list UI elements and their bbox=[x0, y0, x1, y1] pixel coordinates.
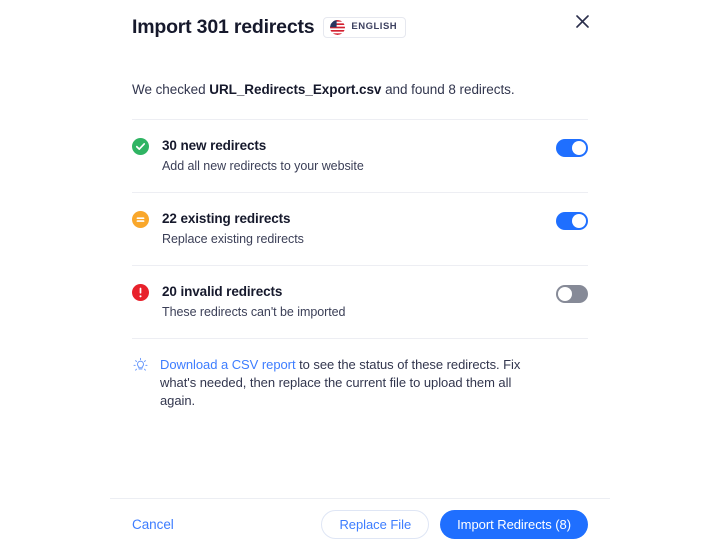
row-title: 20 invalid redirects bbox=[162, 284, 283, 299]
toggle-new-redirects[interactable] bbox=[556, 139, 588, 157]
row-text: 20 invalid redirects These redirects can… bbox=[162, 283, 556, 321]
toggle-existing-redirects[interactable] bbox=[556, 212, 588, 230]
summary-suffix: and found 8 redirects. bbox=[381, 82, 515, 97]
dialog-title: Import 301 redirects bbox=[132, 16, 315, 38]
close-icon bbox=[575, 15, 589, 31]
toggle-knob bbox=[558, 287, 572, 301]
row-text: 22 existing redirects Replace existing r… bbox=[162, 210, 556, 248]
summary-filename: URL_Redirects_Export.csv bbox=[209, 82, 382, 97]
tip-section: Download a CSV report to see the status … bbox=[132, 339, 588, 410]
header-title-row: Import 301 redirects ENGLISH bbox=[132, 14, 588, 40]
download-csv-report-link[interactable]: Download a CSV report bbox=[160, 357, 296, 372]
dialog-footer: Cancel Replace File Import Redirects (8) bbox=[110, 498, 610, 550]
check-circle-icon bbox=[132, 138, 149, 155]
summary-prefix: We checked bbox=[132, 82, 210, 97]
toggle-invalid-redirects[interactable] bbox=[556, 285, 588, 303]
language-badge-label: ENGLISH bbox=[351, 21, 398, 33]
row-subtitle: Replace existing redirects bbox=[162, 232, 304, 246]
table-row: 22 existing redirects Replace existing r… bbox=[132, 193, 588, 265]
close-button[interactable] bbox=[569, 10, 595, 36]
row-subtitle: These redirects can't be imported bbox=[162, 305, 346, 319]
error-circle-icon bbox=[132, 284, 149, 301]
toggle-knob bbox=[572, 141, 586, 155]
table-row: 30 new redirects Add all new redirects t… bbox=[132, 120, 588, 192]
cancel-button[interactable]: Cancel bbox=[132, 517, 174, 532]
table-row: 20 invalid redirects These redirects can… bbox=[132, 266, 588, 338]
tip-text: Download a CSV report to see the status … bbox=[160, 356, 540, 410]
us-flag-icon bbox=[330, 19, 346, 35]
lightbulb-icon bbox=[132, 357, 149, 374]
row-title: 22 existing redirects bbox=[162, 211, 291, 226]
import-redirects-dialog: Import 301 redirects ENGLISH We checked … bbox=[110, 0, 610, 550]
import-redirects-button[interactable]: Import Redirects (8) bbox=[440, 510, 588, 539]
toggle-knob bbox=[572, 214, 586, 228]
language-badge[interactable]: ENGLISH bbox=[323, 16, 407, 38]
row-subtitle: Add all new redirects to your website bbox=[162, 159, 364, 173]
replace-file-button[interactable]: Replace File bbox=[321, 510, 430, 539]
equals-circle-icon bbox=[132, 211, 149, 228]
row-text: 30 new redirects Add all new redirects t… bbox=[162, 137, 556, 175]
dialog-header: Import 301 redirects ENGLISH bbox=[110, 0, 610, 58]
row-title: 30 new redirects bbox=[162, 138, 267, 153]
summary-text: We checked URL_Redirects_Export.csv and … bbox=[132, 58, 588, 119]
dialog-body: We checked URL_Redirects_Export.csv and … bbox=[110, 58, 610, 498]
